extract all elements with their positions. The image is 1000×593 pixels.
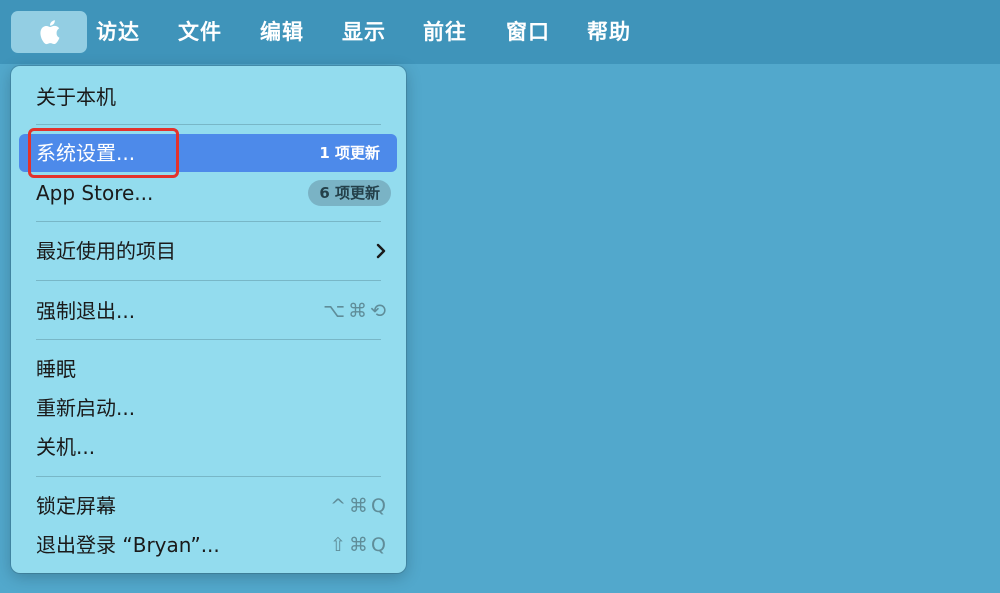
menu-item-label: 最近使用的项目 bbox=[36, 239, 176, 263]
menu-item-log-out[interactable]: 退出登录 “Bryan”... ⇧⌘Q bbox=[19, 526, 397, 564]
menu-bar: 访达 文件 编辑 显示 前往 窗口 帮助 bbox=[0, 0, 1000, 64]
menubar-item-finder[interactable]: 访达 bbox=[96, 14, 140, 50]
menu-item-restart[interactable]: 重新启动... bbox=[19, 389, 397, 427]
menu-item-app-store[interactable]: App Store... 6 项更新 bbox=[19, 174, 397, 212]
menu-item-sleep[interactable]: 睡眠 bbox=[19, 350, 397, 388]
keyboard-shortcut: ⌥⌘⟲ bbox=[323, 300, 389, 322]
menubar-item-file[interactable]: 文件 bbox=[178, 14, 222, 50]
menu-item-about-this-mac[interactable]: 关于本机 bbox=[19, 78, 397, 116]
menu-separator bbox=[36, 124, 381, 125]
chevron-right-icon bbox=[376, 243, 386, 259]
menu-item-label: 睡眠 bbox=[36, 357, 76, 381]
menu-item-label: 退出登录 “Bryan”... bbox=[36, 533, 220, 557]
menu-item-label: 关机... bbox=[36, 435, 96, 459]
menu-item-lock-screen[interactable]: 锁定屏幕 ^⌘Q bbox=[19, 487, 397, 525]
menu-item-recent-items[interactable]: 最近使用的项目 bbox=[19, 232, 397, 270]
menu-item-label: 重新启动... bbox=[36, 396, 136, 420]
menu-separator bbox=[36, 339, 381, 340]
menu-separator bbox=[36, 221, 381, 222]
menubar-item-window[interactable]: 窗口 bbox=[506, 14, 550, 50]
menu-item-label: 锁定屏幕 bbox=[36, 494, 116, 518]
menu-item-label: 强制退出... bbox=[36, 299, 136, 323]
menubar-item-help[interactable]: 帮助 bbox=[587, 14, 631, 50]
update-count-badge: 6 项更新 bbox=[308, 180, 391, 206]
menu-item-force-quit[interactable]: 强制退出... ⌥⌘⟲ bbox=[19, 292, 397, 330]
menu-separator bbox=[36, 476, 381, 477]
menubar-item-edit[interactable]: 编辑 bbox=[260, 14, 304, 50]
menubar-item-go[interactable]: 前往 bbox=[423, 14, 467, 50]
menubar-item-view[interactable]: 显示 bbox=[342, 14, 386, 50]
menu-item-label: 关于本机 bbox=[36, 85, 116, 109]
menu-separator bbox=[36, 280, 381, 281]
menu-item-label: App Store... bbox=[36, 181, 154, 205]
update-count-badge: 1 项更新 bbox=[319, 144, 380, 162]
apple-icon bbox=[40, 20, 60, 45]
annotation-highlight-box bbox=[28, 128, 179, 178]
apple-menu-button[interactable] bbox=[11, 11, 87, 53]
keyboard-shortcut: ^⌘Q bbox=[330, 495, 389, 517]
menu-item-shut-down[interactable]: 关机... bbox=[19, 428, 397, 466]
keyboard-shortcut: ⇧⌘Q bbox=[330, 534, 389, 556]
